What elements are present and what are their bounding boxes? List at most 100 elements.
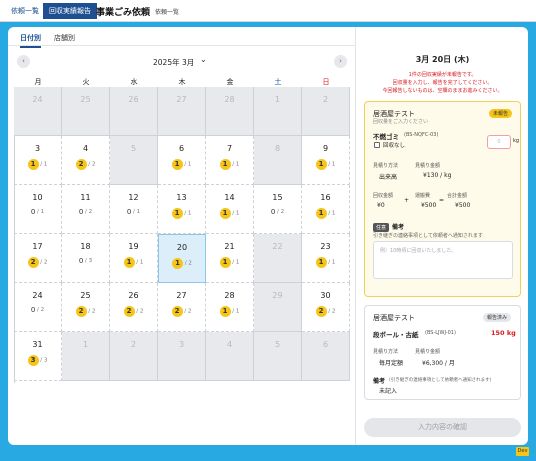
done-count-badge: 2 (123, 306, 135, 317)
calendar-day[interactable]: 16 1 / 1 (302, 185, 350, 234)
waste-code: (BS-LJWJ-01) (425, 330, 456, 336)
calendar-day[interactable]: 21 1 / 1 (206, 234, 254, 283)
total-count: / 1 (326, 259, 336, 266)
day-number: 3 (178, 340, 185, 349)
calendar-day[interactable]: 6 1 / 1 (158, 136, 206, 185)
done-count-badge: 2 (75, 306, 87, 317)
confirm-input-button[interactable]: 入力内容の確認 (364, 418, 521, 437)
total-count-value: 1 (235, 259, 240, 266)
day-number: 4 (82, 144, 89, 153)
report-count: 1 / 1 (206, 306, 253, 317)
calendar-day[interactable]: 15 0 / 2 (254, 185, 302, 234)
breadcrumb-collection-report[interactable]: 回収実績報告 (43, 3, 97, 19)
reported-card: 居酒屋テスト 報告済み 段ボール・古紙 (BS-LJWJ-01) 150 kg … (364, 305, 521, 400)
calendar-day[interactable]: 4 2 / 2 (62, 136, 110, 185)
calendar-day: 2 (302, 87, 350, 136)
total-count: / 3 (83, 258, 93, 264)
calendar-day: 2 (110, 332, 158, 381)
day-number: 27 (176, 95, 187, 104)
calendar-day[interactable]: 28 1 / 1 (206, 283, 254, 332)
report-count: 1 / 1 (158, 159, 205, 170)
note-label: 備考 (392, 224, 405, 231)
day-number: 25 (80, 95, 91, 104)
next-month-button[interactable]: › (334, 55, 347, 68)
calendar-day[interactable]: 7 1 / 1 (206, 136, 254, 185)
done-count-badge: 2 (75, 159, 87, 170)
calendar-day[interactable]: 13 1 / 1 (158, 185, 206, 234)
chevron-down-icon[interactable]: ⌄ (200, 55, 207, 64)
done-count-badge: 1 (315, 257, 327, 268)
total-label: 合計金額 (447, 193, 468, 199)
day-number: 9 (322, 144, 329, 153)
detail-pane: 3月 20日 (木) 1件の回収実績が未報告です。 回収量を入力し、報告を完了し… (355, 27, 528, 445)
chevron-left-icon: ‹ (22, 57, 25, 65)
no-collection-checkbox[interactable] (374, 142, 380, 148)
calendar-day[interactable]: 25 2 / 2 (62, 283, 110, 332)
month-label: 2025年 3月 (153, 58, 195, 67)
waste-name: 不燃ゴミ (373, 133, 399, 141)
calendar-day[interactable]: 27 2 / 2 (158, 283, 206, 332)
weekday-label: 水 (130, 78, 138, 86)
optional-tag: 任意 (373, 223, 390, 232)
total-count-value: 2 (40, 307, 45, 313)
estimate-method: 毎月定額 (379, 360, 404, 367)
quantity-input[interactable]: 0 (487, 135, 511, 149)
weekday-label: 日 (322, 78, 330, 86)
done-count-badge: 2 (27, 257, 39, 268)
total-count-value: 1 (331, 161, 336, 168)
calendar-day-selected[interactable]: 20 1 / 2 (158, 234, 206, 283)
calendar-day: 3 (158, 332, 206, 381)
plus-sign: + (404, 197, 410, 204)
breadcrumb-sub[interactable]: 依頼一覧 (155, 7, 179, 16)
total-count: / 1 (134, 259, 144, 266)
total-count-value: 1 (187, 210, 192, 217)
done-count-badge: 2 (171, 306, 183, 317)
calendar-day[interactable]: 18 0 / 3 (62, 234, 110, 283)
report-count: 0 / 2 (14, 306, 61, 314)
weekday-label: 土 (274, 78, 282, 86)
breadcrumb-request-list[interactable]: 依頼一覧 (11, 6, 39, 16)
calendar-day[interactable]: 12 0 / 1 (110, 185, 158, 234)
calendar-day[interactable]: 19 1 / 1 (110, 234, 158, 283)
calendar-day[interactable]: 24 0 / 2 (14, 283, 62, 332)
day-number: 11 (80, 193, 91, 202)
total-count-value: 3 (88, 258, 93, 264)
store-name: 居酒屋テスト (373, 314, 415, 322)
day-number: 20 (176, 243, 188, 252)
calendar-day[interactable]: 14 1 / 1 (206, 185, 254, 234)
total-count: / 2 (35, 307, 45, 313)
report-count: 3 / 3 (14, 355, 61, 366)
day-number: 3 (34, 144, 41, 153)
total-count: / 1 (38, 161, 48, 168)
note-hint: (引き継ぎの連絡事項として依頼者へ通知されます) (389, 378, 492, 383)
day-number: 31 (32, 340, 43, 349)
done-count-badge: 1 (219, 208, 231, 219)
calendar-day[interactable]: 10 0 / 1 (14, 185, 62, 234)
calendar-day[interactable]: 17 2 / 2 (14, 234, 62, 283)
day-number: 15 (272, 193, 283, 202)
day-number: 30 (320, 291, 331, 300)
selected-date: 3月 20日 (木) (415, 55, 470, 64)
note-textarea[interactable]: 例）10時頃に回収いたしました。 (373, 241, 513, 279)
calendar-day[interactable]: 30 2 / 2 (302, 283, 350, 332)
calendar-day: 4 (206, 332, 254, 381)
calendar-day: 29 (254, 283, 302, 332)
total-count: / 1 (131, 209, 141, 215)
calendar-day: 1 (254, 87, 302, 136)
day-number: 8 (274, 144, 281, 153)
total-count: / 1 (230, 308, 240, 315)
calendar-day[interactable]: 26 2 / 2 (110, 283, 158, 332)
calendar-day[interactable]: 23 1 / 1 (302, 234, 350, 283)
day-number: 29 (272, 291, 283, 300)
report-count: 1 / 1 (302, 257, 349, 268)
calendar-day[interactable]: 11 0 / 2 (62, 185, 110, 234)
total-count: / 1 (326, 210, 336, 217)
report-count: 0 / 1 (14, 208, 61, 216)
done-count-badge: 3 (27, 355, 39, 366)
prev-month-button[interactable]: ‹ (17, 55, 30, 68)
day-number: 23 (320, 242, 331, 251)
calendar-day[interactable]: 9 1 / 1 (302, 136, 350, 185)
total-count-value: 1 (136, 209, 141, 215)
calendar-day[interactable]: 31 3 / 3 (14, 332, 62, 381)
calendar-day[interactable]: 3 1 / 1 (14, 136, 62, 185)
